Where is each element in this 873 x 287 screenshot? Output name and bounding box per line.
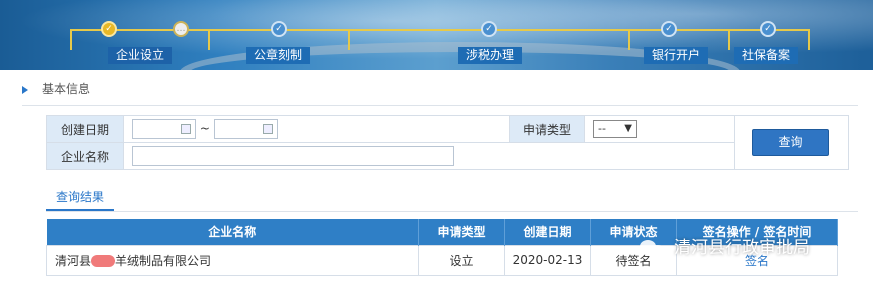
step-bank-account[interactable]: 银行开户 — [644, 47, 709, 64]
progress-tick — [728, 29, 730, 50]
col-company-name: 企业名称 — [46, 219, 419, 245]
query-button[interactable]: 查询 — [752, 129, 829, 156]
create-date-label: 创建日期 — [46, 115, 124, 143]
apply-type-select[interactable]: -- ▼ — [593, 120, 637, 138]
section-title: 基本信息 — [42, 82, 91, 96]
triangle-bullet-icon — [22, 85, 28, 94]
col-create-date: 创建日期 — [504, 219, 591, 245]
progress-tick — [208, 29, 210, 50]
start-date-input[interactable] — [132, 119, 196, 139]
step-company-setup[interactable]: 企业设立 — [108, 47, 173, 64]
progress-tick — [70, 29, 72, 50]
apply-type-label: 申请类型 — [509, 115, 585, 143]
calendar-icon[interactable] — [262, 124, 273, 134]
progress-tick — [348, 29, 350, 50]
company-name-cell — [123, 142, 735, 170]
company-name-input[interactable] — [132, 146, 454, 166]
apply-type-cell: -- ▼ — [584, 115, 735, 143]
company-name-prefix: 清河县 — [55, 253, 92, 268]
cell-create-date: 2020-02-13 — [504, 244, 591, 276]
step-tax-handling[interactable]: 涉税办理 — [458, 47, 523, 64]
calendar-icon[interactable] — [181, 124, 191, 134]
cell-apply-type: 设立 — [418, 244, 505, 276]
tab-query-results[interactable]: 查询结果 — [46, 187, 114, 211]
end-date-input[interactable] — [213, 119, 278, 139]
date-range-cell: ~ — [123, 115, 510, 143]
company-name-label: 企业名称 — [46, 142, 124, 170]
watermark: 清河县行政审批局 — [640, 233, 810, 258]
search-form: 创建日期 ~ 申请类型 -- ▼ 企业名称 — [46, 115, 849, 170]
step-node-done-icon: ✓ — [101, 21, 117, 37]
step-node-pending-icon: … — [173, 21, 189, 37]
watermark-text: 清河县行政审批局 — [674, 238, 810, 258]
step-node-icon: ✓ — [271, 21, 287, 37]
col-apply-type: 申请类型 — [418, 219, 505, 245]
company-name-suffix: 羊绒制品有限公司 — [115, 253, 212, 268]
progress-tick — [628, 29, 630, 50]
tab-underline — [46, 211, 858, 212]
wechat-icon — [640, 238, 666, 258]
step-node-icon: ✓ — [760, 21, 776, 37]
divider — [22, 105, 858, 106]
step-node-icon: ✓ — [661, 21, 677, 37]
dropdown-arrow-icon: ▼ — [624, 123, 632, 134]
progress-tick — [808, 29, 810, 50]
date-separator: ~ — [199, 121, 210, 136]
progress-banner: ✓ … ✓ ✓ ✓ ✓ 企业设立 公章刻制 涉税办理 银行开户 社保备案 — [0, 0, 873, 70]
step-social-security[interactable]: 社保备案 — [734, 47, 799, 64]
step-node-icon: ✓ — [481, 21, 497, 37]
cell-company-name: 清河县 羊绒制品有限公司 — [46, 244, 419, 276]
step-seal-engraving[interactable]: 公章刻制 — [246, 47, 311, 64]
redaction-mark — [91, 255, 116, 267]
section-header: 基本信息 — [22, 80, 90, 97]
apply-type-value: -- — [598, 122, 606, 135]
